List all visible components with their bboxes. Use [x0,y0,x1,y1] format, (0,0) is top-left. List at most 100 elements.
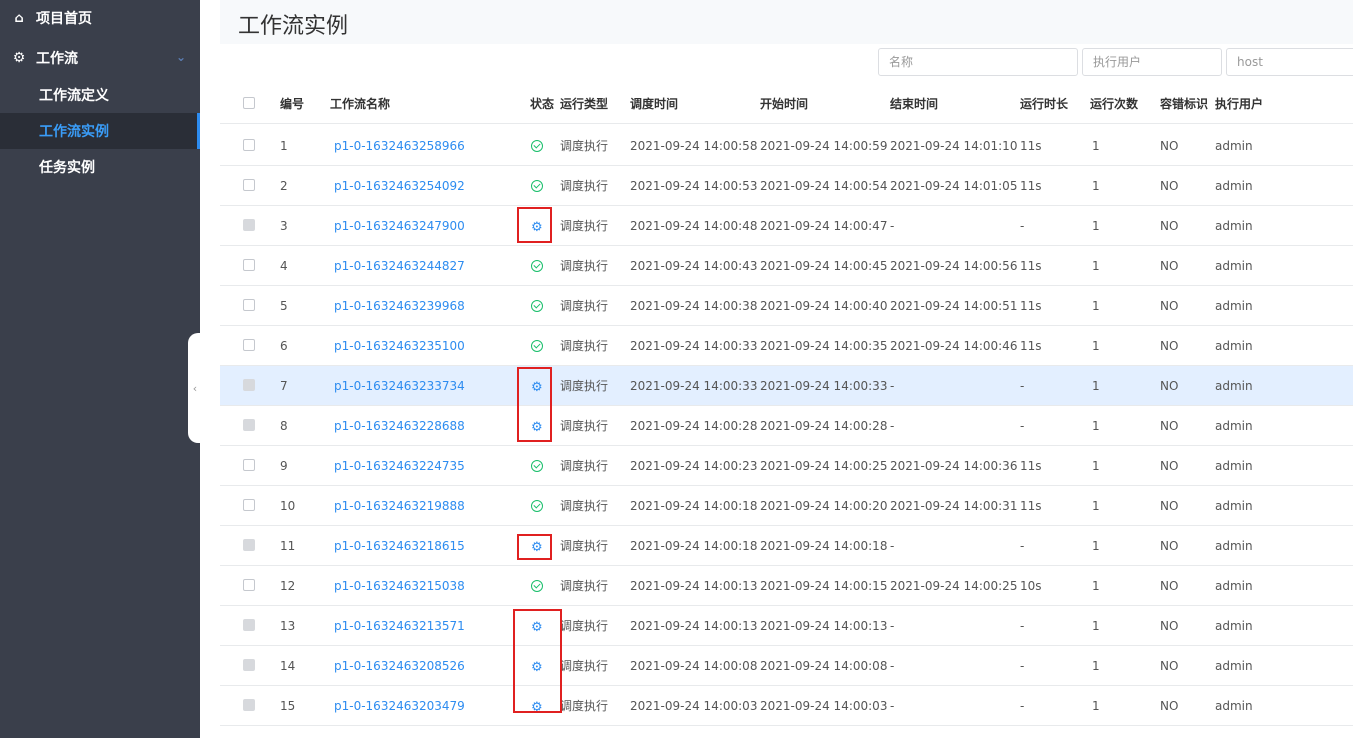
table-row[interactable]: 12 p1-0-1632463215038 调度执行 2021-09-24 14:00… [220,566,1353,606]
nav-home[interactable]: ⌂ 项目首页 [0,0,200,36]
host-search-input[interactable] [1226,48,1353,76]
success-check-icon [531,500,543,512]
cell-end-time: 2021-09-24 14:00:56 [890,259,1018,273]
workflow-name-link[interactable]: p1-0-1632463235100 [334,326,465,366]
table-row[interactable]: 3 p1-0-1632463247900 调度执行 2021-09-24 14:00:… [220,206,1353,246]
row-checkbox [243,219,255,231]
workflow-name-link[interactable]: p1-0-1632463233734 [334,366,465,406]
header-end-time: 结束时间 [890,97,939,111]
table-row[interactable]: 1 p1-0-1632463258966 调度执行 2021-09-24 14:00:… [220,126,1353,166]
sidebar-item-label: 任务实例 [39,160,95,176]
success-check-icon [531,180,543,192]
row-checkbox[interactable] [243,339,255,351]
cell-run-type: 调度执行 [560,499,609,513]
header-run-times: 运行次数 [1090,97,1139,111]
header-executor: 执行用户 [1215,97,1264,111]
sidebar-item-workflow-definition[interactable]: 工作流定义 [0,77,200,113]
cell-run-times: 1 [1092,619,1100,633]
cell-end-time: 2021-09-24 14:00:25 [890,579,1018,593]
cell-end-time: 2021-09-24 14:00:36 [890,459,1018,473]
cell-failover: NO [1160,579,1179,593]
workflow-name-link[interactable]: p1-0-1632463224735 [334,446,465,486]
sidebar-item-task-instance[interactable]: 任务实例 [0,149,200,185]
workflow-name-link[interactable]: p1-0-1632463213571 [334,606,465,646]
cell-id: 12 [280,579,296,593]
workflow-name-link[interactable]: p1-0-1632463244827 [334,246,465,286]
row-checkbox[interactable] [243,579,255,591]
table-row[interactable]: 8 p1-0-1632463228688 调度执行 2021-09-24 14:00:… [220,406,1353,446]
nav-group-workflow[interactable]: ⚙ 工作流 ⌄ [0,40,200,76]
cell-run-type: 调度执行 [560,459,609,473]
cell-duration: 11s [1020,339,1042,353]
cell-run-times: 1 [1092,259,1100,273]
header-state: 状态 [530,97,555,111]
workflow-name-link[interactable]: p1-0-1632463218615 [334,526,465,566]
workflow-name-link[interactable]: p1-0-1632463228688 [334,406,465,446]
workflow-name-link[interactable]: p1-0-1632463254092 [334,166,465,206]
header-start-time: 开始时间 [760,97,809,111]
cell-run-times: 1 [1092,139,1100,153]
row-checkbox[interactable] [243,459,255,471]
header-id: 编号 [280,97,305,111]
workflow-name-link[interactable]: p1-0-1632463258966 [334,126,465,166]
row-checkbox[interactable] [243,179,255,191]
row-checkbox[interactable] [243,259,255,271]
table-row[interactable]: 15 p1-0-1632463203479 调度执行 2021-09-24 14:00… [220,686,1353,726]
success-check-icon [531,340,543,352]
cell-end-time: - [890,379,895,393]
workflow-name-link[interactable]: p1-0-1632463239968 [334,286,465,326]
table-row[interactable]: 11 p1-0-1632463218615 调度执行 2021-09-24 14:00… [220,526,1353,566]
cell-run-type: 调度执行 [560,419,609,433]
row-checkbox[interactable] [243,139,255,151]
workflow-name-link[interactable]: p1-0-1632463208526 [334,646,465,686]
cell-schedule-time: 2021-09-24 14:00:48 [630,219,758,233]
cell-end-time: 2021-09-24 14:00:31 [890,499,1018,513]
cell-run-type: 调度执行 [560,139,609,153]
sidebar-item-workflow-instance[interactable]: 工作流实例 [0,113,200,149]
sidebar-item-label: 工作流定义 [39,88,109,104]
highlight-box [513,609,562,713]
cell-start-time: 2021-09-24 14:00:25 [760,459,888,473]
cell-start-time: 2021-09-24 14:00:59 [760,139,888,153]
name-search-input[interactable] [878,48,1078,76]
cell-start-time: 2021-09-24 14:00:54 [760,179,888,193]
table-row[interactable]: 10 p1-0-1632463219888 调度执行 2021-09-24 14:00… [220,486,1353,526]
cell-run-times: 1 [1092,659,1100,673]
user-search-input[interactable] [1082,48,1222,76]
table-row[interactable]: 13 p1-0-1632463213571 调度执行 2021-09-24 14:00… [220,606,1353,646]
main-content: 工作流实例 编号 工作流名称 状态 运行类型 调度时间 开始时间 结束时间 运行… [200,0,1353,738]
select-all-checkbox[interactable] [243,97,255,109]
cell-run-times: 1 [1092,299,1100,313]
workflow-name-link[interactable]: p1-0-1632463215038 [334,566,465,606]
cell-executor: admin [1215,699,1253,713]
table-row[interactable]: 6 p1-0-1632463235100 调度执行 2021-09-24 14:00:… [220,326,1353,366]
table-row[interactable]: 4 p1-0-1632463244827 调度执行 2021-09-24 14:00:… [220,246,1353,286]
cell-id: 3 [280,219,288,233]
table-row[interactable]: 9 p1-0-1632463224735 调度执行 2021-09-24 14:00:… [220,446,1353,486]
cell-schedule-time: 2021-09-24 14:00:28 [630,419,758,433]
header-duration: 运行时长 [1020,97,1069,111]
workflow-name-link[interactable]: p1-0-1632463219888 [334,486,465,526]
cell-id: 14 [280,659,296,673]
cell-state [531,246,543,286]
table-row[interactable]: 5 p1-0-1632463239968 调度执行 2021-09-24 14:00:… [220,286,1353,326]
cell-executor: admin [1215,419,1253,433]
cell-run-times: 1 [1092,699,1100,713]
workflow-name-link[interactable]: p1-0-1632463247900 [334,206,465,246]
cell-executor: admin [1215,499,1253,513]
cell-executor: admin [1215,459,1253,473]
table-row[interactable]: 7 p1-0-1632463233734 调度执行 2021-09-24 14:00:… [220,366,1353,406]
workflow-name-link[interactable]: p1-0-1632463203479 [334,686,465,726]
table-row[interactable]: 14 p1-0-1632463208526 调度执行 2021-09-24 14:00… [220,646,1353,686]
table-row[interactable]: 2 p1-0-1632463254092 调度执行 2021-09-24 14:00:… [220,166,1353,206]
cell-failover: NO [1160,219,1179,233]
cell-executor: admin [1215,619,1253,633]
row-checkbox[interactable] [243,299,255,311]
highlight-box [517,367,552,442]
row-checkbox[interactable] [243,499,255,511]
nav-home-label: 项目首页 [36,11,92,27]
cell-duration: 11s [1020,259,1042,273]
nav-group-label: 工作流 [36,51,78,67]
cell-failover: NO [1160,619,1179,633]
cell-failover: NO [1160,259,1179,273]
